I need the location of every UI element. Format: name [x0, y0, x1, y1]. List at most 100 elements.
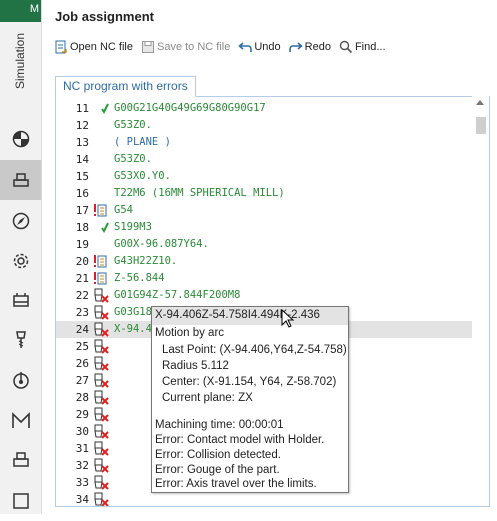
code-line[interactable]: 34 — [56, 491, 482, 506]
tab-nc-program-errors[interactable]: NC program with errors — [55, 76, 196, 97]
machine-icon[interactable] — [0, 280, 41, 320]
simulation-tab[interactable]: Simulation — [0, 22, 41, 100]
line-number: 24 — [75, 323, 89, 336]
line-number: 25 — [75, 340, 89, 353]
warning-icon — [93, 203, 109, 218]
save-icon — [141, 41, 154, 53]
code-line[interactable]: 21 Z-56.844 — [56, 270, 482, 287]
line-code: G54 — [114, 204, 133, 216]
main-panel: Job assignment Open NC file Save to NC f… — [42, 0, 497, 514]
line-number: 19 — [75, 238, 89, 251]
code-line[interactable]: 11 G00G21G40G49G69G80G90G17 — [56, 100, 482, 117]
search-icon — [339, 40, 353, 54]
check-icon — [93, 101, 109, 116]
line-number: 20 — [75, 255, 89, 268]
tooltip-machining-time: Machining time: 00:00:01 — [155, 419, 284, 431]
line-code: T22M6 (16MM SPHERICAL MILL) — [114, 187, 285, 199]
code-line[interactable]: 13 ( PLANE ) — [56, 134, 482, 151]
line-number: 15 — [75, 170, 89, 183]
code-line[interactable]: 14 G53Z0. — [56, 151, 482, 168]
line-code: S199M3 — [114, 221, 152, 233]
undo-icon — [238, 42, 253, 52]
redo-icon — [288, 42, 303, 52]
gear-icon[interactable] — [0, 241, 41, 281]
undo-button[interactable]: Undo — [238, 40, 281, 54]
line-number: 17 — [75, 204, 89, 217]
tooltip-center: Center: (X-91.154, Y64, Z-58.702) — [162, 376, 337, 388]
line-number: 30 — [75, 425, 89, 438]
open-nc-button[interactable]: Open NC file — [54, 40, 133, 54]
line-number: 31 — [75, 442, 89, 455]
line-code: G53Z0. — [114, 119, 152, 131]
line-code: G00G21G40G49G69G80G90G17 — [114, 102, 266, 114]
tooltip-code: X-94.406Z-54.758I4.494K-2.436 — [155, 309, 320, 321]
line-number: 21 — [75, 272, 89, 285]
collision-error-icon — [93, 441, 109, 456]
code-line[interactable]: 12 G53Z0. — [56, 117, 482, 134]
save-nc-button[interactable]: Save to NC file — [141, 40, 230, 54]
tooltip-last-point: Last Point: (X-94.406,Y64,Z-54.758) — [162, 344, 347, 356]
app-ribbon-tab[interactable]: M — [0, 0, 41, 22]
find-button[interactable]: Find... — [339, 40, 386, 54]
collision-error-icon — [93, 390, 109, 405]
line-code: G00X-96.087Y64. — [114, 238, 209, 250]
tooltip-error: Error: Axis travel over the limits. — [155, 478, 317, 490]
m-icon[interactable] — [0, 401, 41, 441]
compass-icon[interactable] — [0, 201, 41, 241]
line-number: 11 — [75, 102, 89, 115]
line-number: 23 — [75, 306, 89, 319]
probe-icon[interactable] — [0, 360, 41, 400]
code-line[interactable]: 17 G54 — [56, 202, 482, 219]
line-number: 14 — [75, 153, 89, 166]
line-code: G53X0.Y0. — [114, 170, 171, 182]
ribbon-letter: M — [29, 3, 39, 15]
code-line[interactable]: 15 G53X0.Y0. — [56, 168, 482, 185]
line-code: G43H22Z10. — [114, 255, 178, 267]
open-nc-label: Open NC file — [70, 41, 133, 53]
collision-error-icon — [93, 339, 109, 354]
tooltip-motion: Motion by arc — [155, 327, 225, 339]
line-number: 34 — [75, 493, 89, 506]
stock-icon[interactable] — [0, 160, 41, 200]
code-line[interactable]: 18 S199M3 — [56, 219, 482, 236]
line-code: G53Z0. — [114, 153, 152, 165]
collision-error-icon — [93, 492, 109, 506]
tool-icon[interactable] — [0, 320, 41, 360]
line-number: 22 — [75, 289, 89, 302]
line-number: 29 — [75, 408, 89, 421]
collision-error-icon — [93, 424, 109, 439]
collision-error-icon — [93, 373, 109, 388]
line-info-tooltip: X-94.406Z-54.758I4.494K-2.436 Motion by … — [151, 306, 349, 493]
redo-label: Redo — [304, 41, 331, 53]
line-number: 26 — [75, 357, 89, 370]
sidebar: M Simulation — [0, 0, 42, 514]
line-number: 28 — [75, 391, 89, 404]
vertical-scrollbar[interactable] — [472, 96, 489, 506]
line-code: ( PLANE ) — [114, 136, 171, 148]
collision-error-icon — [93, 322, 109, 337]
mouse-cursor-icon — [281, 309, 295, 328]
code-line[interactable]: 16 T22M6 (16MM SPHERICAL MILL) — [56, 185, 482, 202]
holder-icon[interactable] — [0, 440, 41, 480]
square-icon[interactable] — [0, 481, 41, 521]
code-line[interactable]: 20 G43H22Z10. — [56, 253, 482, 270]
line-number: 12 — [75, 119, 89, 132]
tooltip-error: Error: Gouge of the part. — [155, 464, 280, 476]
code-line[interactable]: 19 G00X-96.087Y64. — [56, 236, 482, 253]
save-nc-label: Save to NC file — [156, 41, 231, 53]
redo-button[interactable]: Redo — [288, 40, 331, 54]
collision-error-icon — [93, 475, 109, 490]
line-number: 27 — [75, 374, 89, 387]
collision-error-icon — [93, 356, 109, 371]
line-number: 32 — [75, 459, 89, 472]
code-line[interactable]: 22 G01G94Z-57.844F200M8 — [56, 287, 482, 304]
scroll-thumb[interactable] — [476, 117, 486, 134]
scroll-up-arrow-icon[interactable] — [476, 100, 484, 105]
collision-error-icon — [93, 305, 109, 320]
line-code: G01G94Z-57.844F200M8 — [114, 289, 241, 301]
line-code: Z-56.844 — [114, 272, 165, 284]
pie-icon[interactable] — [0, 119, 41, 159]
warning-icon — [93, 254, 109, 269]
tab-strip: NC program with errors — [55, 76, 490, 97]
tooltip-radius: Radius 5.112 — [162, 360, 229, 372]
